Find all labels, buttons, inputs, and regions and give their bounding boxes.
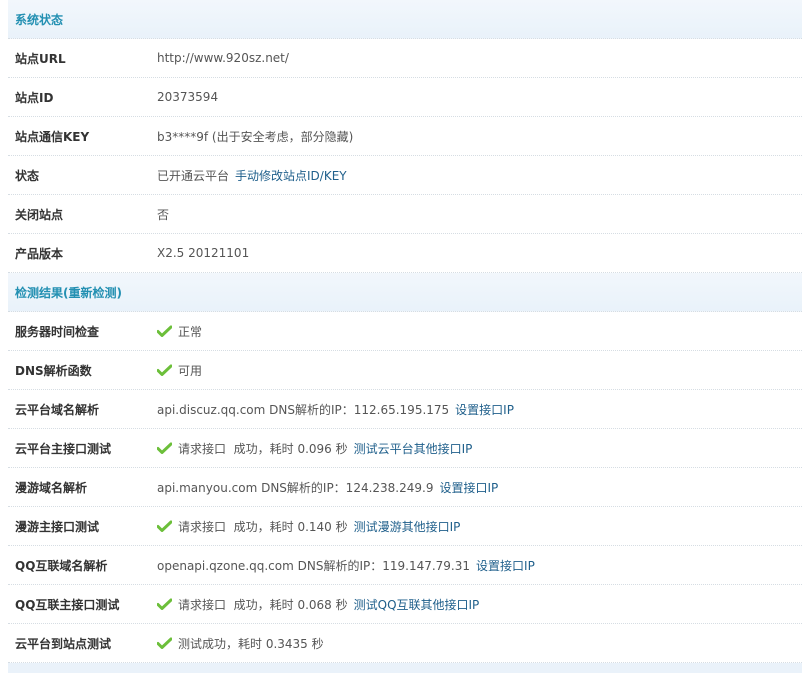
row-value-cell: 请求接口 成功，耗时 0.068 秒测试QQ互联其他接口IP	[156, 596, 480, 613]
row-value-cell: 请求接口 成功，耗时 0.140 秒测试漫游其他接口IP	[156, 518, 461, 535]
system-status-panel: 系统状态站点URL http://www.920sz.net/站点ID 203735…	[8, 0, 802, 673]
table-row: 站点通信KEY b3****9f (出于安全考虑，部分隐藏)	[8, 117, 802, 156]
table-row: 站点URL http://www.920sz.net/	[8, 39, 802, 78]
check-icon	[156, 520, 173, 532]
row-value-cell: 20373594	[157, 90, 218, 104]
row-label: 漫游主接口测试	[15, 519, 100, 534]
row-label: 站点通信KEY	[15, 129, 90, 144]
check-icon	[156, 325, 173, 337]
row-value: 已开通云平台	[157, 168, 230, 183]
check-icon	[156, 637, 173, 649]
row-value: api.manyou.com DNS解析的IP：124.238.249.9	[157, 480, 434, 495]
row-value: 请求接口 成功，耗时 0.068 秒	[178, 597, 348, 612]
table-row: 云平台到站点测试 测试成功，耗时 0.3435 秒	[8, 624, 802, 663]
row-label: DNS解析函数	[15, 363, 92, 378]
row-value: openapi.qzone.qq.com DNS解析的IP：119.147.79…	[157, 558, 471, 573]
row-value: 正常	[178, 324, 203, 339]
row-label: 云平台主接口测试	[15, 441, 112, 456]
table-row: 站点ID 20373594	[8, 78, 802, 117]
row-label: QQ互联主接口测试	[15, 597, 120, 612]
row-value: b3****9f (出于安全考虑，部分隐藏)	[157, 129, 354, 144]
row-value: api.discuz.qq.com DNS解析的IP：112.65.195.17…	[157, 402, 450, 417]
check-icon	[156, 364, 173, 376]
check-section-header[interactable]: 检测结果(重新检测)	[8, 273, 802, 312]
row-label: 关闭站点	[15, 207, 64, 222]
check-icon	[156, 442, 173, 454]
row-action-link[interactable]: 手动修改站点ID/KEY	[235, 167, 347, 184]
table-row: 关闭站点 否	[8, 195, 802, 234]
row-value-cell: 测试成功，耗时 0.3435 秒	[156, 635, 324, 652]
row-value-cell: 否	[157, 206, 169, 223]
check-icon	[156, 598, 173, 610]
table-row: 服务器时间检查 正常	[8, 312, 802, 351]
row-value-cell: 正常	[156, 323, 203, 340]
row-value: 20373594	[157, 90, 219, 104]
row-value: 请求接口 成功，耗时 0.140 秒	[178, 519, 348, 534]
row-value-cell: api.discuz.qq.com DNS解析的IP：112.65.195.17…	[157, 401, 514, 418]
next-section-header	[8, 663, 802, 673]
row-action-link[interactable]: 设置接口IP	[455, 401, 514, 418]
table-row: 云平台域名解析 api.discuz.qq.com DNS解析的IP：112.65…	[8, 390, 802, 429]
table-row: QQ互联域名解析 openapi.qzone.qq.com DNS解析的IP：11…	[8, 546, 802, 585]
row-value-cell: openapi.qzone.qq.com DNS解析的IP：119.147.79…	[157, 557, 535, 574]
row-value: 请求接口 成功，耗时 0.096 秒	[178, 441, 348, 456]
row-action-link[interactable]: 测试云平台其他接口IP	[354, 440, 473, 457]
row-value-cell: X2.5 20121101	[157, 246, 249, 260]
row-value-cell: b3****9f (出于安全考虑，部分隐藏)	[157, 128, 353, 145]
row-value: X2.5 20121101	[157, 246, 250, 260]
row-label: 产品版本	[15, 246, 64, 261]
row-value-cell: 可用	[156, 362, 203, 379]
row-value: 测试成功，耗时 0.3435 秒	[178, 636, 324, 651]
row-label: 站点ID	[15, 90, 54, 105]
row-action-link[interactable]: 设置接口IP	[439, 479, 498, 496]
row-value: 否	[157, 207, 170, 222]
table-row: DNS解析函数 可用	[8, 351, 802, 390]
row-value: http://www.920sz.net/	[157, 51, 289, 65]
row-label: 站点URL	[15, 51, 66, 66]
row-action-link[interactable]: 测试漫游其他接口IP	[354, 518, 461, 535]
status-section-header: 系统状态	[8, 0, 802, 39]
row-action-link[interactable]: 测试QQ互联其他接口IP	[354, 596, 480, 613]
table-row: QQ互联主接口测试 请求接口 成功，耗时 0.068 秒测试QQ互联其他接口IP	[8, 585, 802, 624]
row-label: QQ互联域名解析	[15, 558, 108, 573]
row-value: 可用	[178, 363, 203, 378]
row-label: 漫游域名解析	[15, 480, 88, 495]
table-row: 状态 已开通云平台 手动修改站点ID/KEY	[8, 156, 802, 195]
row-value-cell: http://www.920sz.net/	[157, 51, 289, 65]
table-row: 漫游域名解析 api.manyou.com DNS解析的IP：124.238.24…	[8, 468, 802, 507]
row-label: 云平台到站点测试	[15, 636, 112, 651]
row-value-cell: 请求接口 成功，耗时 0.096 秒测试云平台其他接口IP	[156, 440, 473, 457]
table-row: 产品版本 X2.5 20121101	[8, 234, 802, 273]
row-value-cell: 已开通云平台 手动修改站点ID/KEY	[157, 167, 347, 184]
row-label: 状态	[15, 168, 40, 183]
row-action-link[interactable]: 设置接口IP	[476, 557, 535, 574]
row-label: 云平台域名解析	[15, 402, 100, 417]
row-value-cell: api.manyou.com DNS解析的IP：124.238.249.9 设置接…	[157, 479, 498, 496]
row-label: 服务器时间检查	[15, 324, 100, 339]
table-row: 云平台主接口测试 请求接口 成功，耗时 0.096 秒测试云平台其他接口IP	[8, 429, 802, 468]
table-row: 漫游主接口测试 请求接口 成功，耗时 0.140 秒测试漫游其他接口IP	[8, 507, 802, 546]
